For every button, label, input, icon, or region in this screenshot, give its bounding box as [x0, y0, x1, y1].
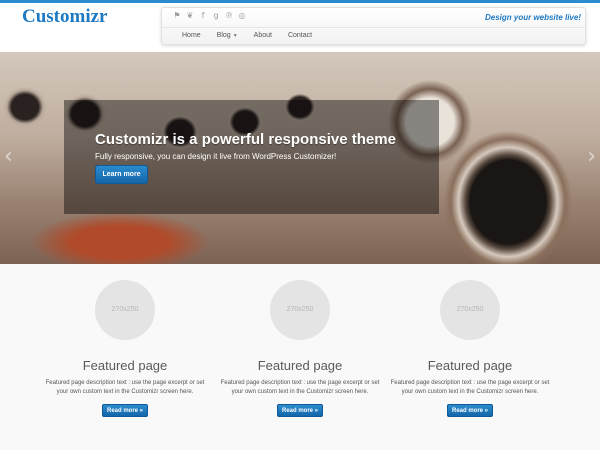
menu-item-label: Contact [287, 32, 313, 39]
menu-item-label: About [253, 32, 272, 39]
menu-item-blog[interactable]: Blog ▼ [209, 30, 246, 42]
featured-page-1: 270x250 Featured page Featured page desc… [35, 280, 215, 417]
featured-title[interactable]: Featured page [210, 358, 390, 373]
read-more-button[interactable]: Read more » [102, 404, 148, 417]
chevron-down-icon: ▼ [232, 33, 238, 39]
nav-divider [162, 27, 585, 28]
featured-thumbnail[interactable]: 270x250 [270, 280, 330, 340]
featured-title[interactable]: Featured page [35, 358, 215, 373]
featured-thumbnail[interactable]: 270x250 [95, 280, 155, 340]
featured-pages: 270x250 Featured page Featured page desc… [0, 264, 600, 450]
facebook-icon[interactable]: f [198, 11, 208, 21]
navbar: ⚑ ❦ f g ℗ ◎ Design your website live! Ho… [161, 7, 586, 45]
slide-text: Fully responsive, you can design it live… [95, 152, 337, 161]
featured-thumbnail[interactable]: 270x250 [440, 280, 500, 340]
featured-page-2: 270x250 Featured page Featured page desc… [210, 280, 390, 417]
twitter-icon[interactable]: ❦ [185, 11, 195, 21]
featured-description: Featured page description text : use the… [45, 380, 205, 395]
menu-item-label: Blog [216, 32, 231, 39]
social-links: ⚑ ❦ f g ℗ ◎ [172, 11, 247, 21]
read-more-button[interactable]: Read more » [277, 404, 323, 417]
menu-item-home[interactable]: Home [174, 30, 209, 42]
site-logo[interactable]: Customizr [22, 6, 107, 28]
featured-description: Featured page description text : use the… [390, 380, 550, 395]
pinterest-icon[interactable]: ℗ [224, 11, 234, 21]
read-more-button[interactable]: Read more » [447, 404, 493, 417]
site-header: Customizr ⚑ ❦ f g ℗ ◎ Design your websit… [0, 3, 600, 50]
menu-item-label: Home [182, 32, 201, 39]
dribbble-icon[interactable]: ◎ [237, 11, 247, 21]
chevron-right-icon[interactable]: › [587, 144, 596, 169]
slide-caption: Customizr is a powerful responsive theme… [64, 100, 439, 214]
menu-item-about[interactable]: About [246, 30, 280, 42]
hero-slider: ‹ › Customizr is a powerful responsive t… [0, 52, 600, 264]
site-tagline: Design your website live! [484, 13, 581, 22]
featured-description: Featured page description text : use the… [220, 380, 380, 395]
learn-more-button[interactable]: Learn more [95, 165, 148, 184]
featured-title[interactable]: Featured page [380, 358, 560, 373]
menu-item-contact[interactable]: Contact [280, 30, 320, 42]
rss-icon[interactable]: ⚑ [172, 11, 182, 21]
chevron-left-icon[interactable]: ‹ [4, 144, 13, 169]
featured-page-3: 270x250 Featured page Featured page desc… [380, 280, 560, 417]
main-menu: Home Blog ▼ About Contact [174, 30, 320, 42]
google-plus-icon[interactable]: g [211, 11, 221, 21]
slide-title: Customizr is a powerful responsive theme [95, 131, 396, 148]
